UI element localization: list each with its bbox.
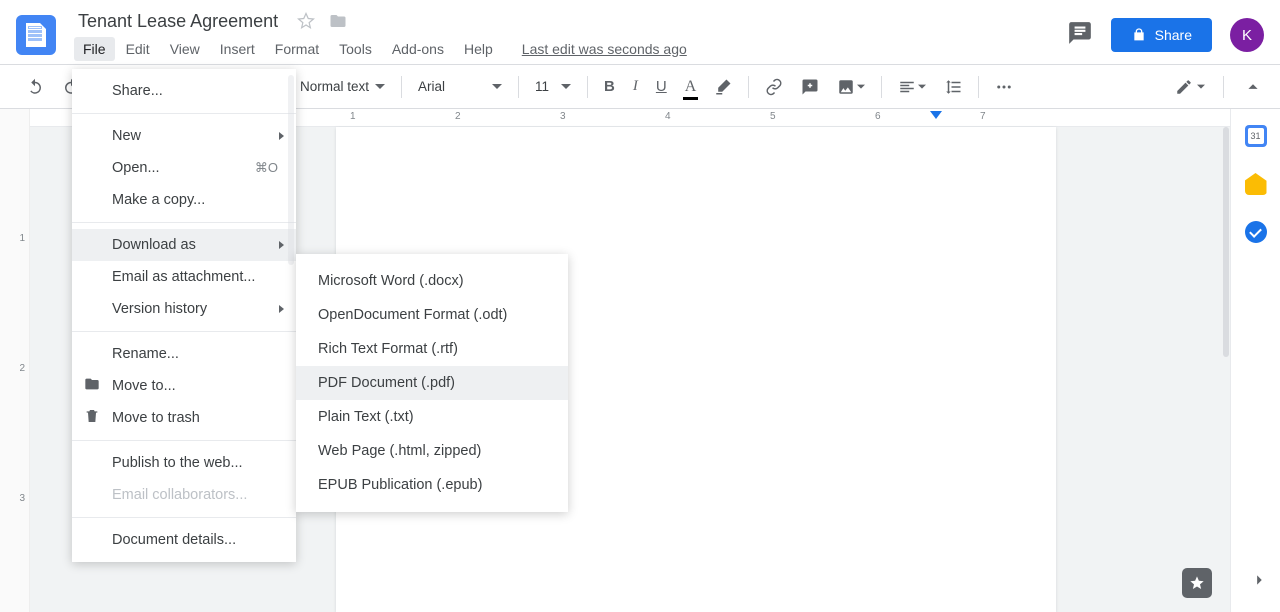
file-new[interactable]: New [72, 120, 296, 152]
menu-insert[interactable]: Insert [211, 37, 264, 61]
lock-icon [1131, 27, 1147, 43]
file-version-history[interactable]: Version history [72, 293, 296, 325]
chevron-down-icon [918, 83, 926, 91]
comments-icon[interactable] [1067, 20, 1093, 51]
font-label: Arial [418, 79, 445, 94]
collapse-toolbar-button[interactable] [1234, 70, 1272, 104]
file-document-details[interactable]: Document details... [72, 524, 296, 556]
font-size-label: 11 [535, 79, 549, 94]
file-publish-web[interactable]: Publish to the web... [72, 447, 296, 479]
share-button[interactable]: Share [1111, 18, 1212, 52]
document-title[interactable]: Tenant Lease Agreement [74, 9, 282, 34]
chevron-down-icon [561, 82, 571, 92]
align-button[interactable] [890, 72, 934, 102]
undo-button[interactable] [18, 72, 52, 102]
download-odt[interactable]: OpenDocument Format (.odt) [296, 298, 568, 332]
menu-edit[interactable]: Edit [117, 37, 159, 61]
file-move-to[interactable]: Move to... [72, 370, 296, 402]
paragraph-style-select[interactable]: Normal text [292, 75, 393, 98]
paragraph-style-label: Normal text [300, 79, 369, 94]
chevron-down-icon [375, 82, 385, 92]
file-move-to-trash[interactable]: Move to trash [72, 402, 296, 434]
vertical-scrollbar[interactable] [1222, 127, 1230, 612]
download-epub[interactable]: EPUB Publication (.epub) [296, 468, 568, 502]
show-side-panel-button[interactable] [1248, 569, 1270, 596]
menu-help[interactable]: Help [455, 37, 502, 61]
file-download-as[interactable]: Download as [72, 229, 296, 261]
download-as-submenu: Microsoft Word (.docx) OpenDocument Form… [296, 254, 568, 512]
underline-button[interactable]: U [648, 72, 675, 101]
move-folder-icon[interactable] [329, 12, 347, 35]
side-panel [1230, 109, 1280, 612]
explore-button[interactable] [1182, 568, 1212, 598]
more-toolbar-button[interactable] [987, 72, 1021, 102]
italic-button[interactable]: I [625, 72, 646, 101]
bold-button[interactable]: B [596, 72, 623, 101]
add-comment-button[interactable] [793, 72, 827, 102]
menu-view[interactable]: View [161, 37, 209, 61]
tasks-app-icon[interactable] [1245, 221, 1267, 243]
file-make-copy[interactable]: Make a copy... [72, 184, 296, 216]
font-select[interactable]: Arial [410, 75, 510, 98]
download-pdf[interactable]: PDF Document (.pdf) [296, 366, 568, 400]
menu-format[interactable]: Format [266, 37, 328, 61]
text-color-button[interactable]: A [677, 72, 705, 102]
star-icon[interactable] [297, 12, 315, 35]
download-txt[interactable]: Plain Text (.txt) [296, 400, 568, 434]
chevron-down-icon [1197, 83, 1205, 91]
menu-addons[interactable]: Add-ons [383, 37, 453, 61]
calendar-app-icon[interactable] [1245, 125, 1267, 147]
trash-icon [84, 408, 100, 428]
file-share[interactable]: Share... [72, 75, 296, 107]
insert-link-button[interactable] [757, 72, 791, 102]
file-rename[interactable]: Rename... [72, 338, 296, 370]
menu-tools[interactable]: Tools [330, 37, 381, 61]
file-menu: Share... New Open...⌘O Make a copy... Do… [72, 69, 296, 562]
download-rtf[interactable]: Rich Text Format (.rtf) [296, 332, 568, 366]
indent-marker-icon[interactable] [930, 111, 942, 126]
highlight-button[interactable] [706, 72, 740, 102]
last-edit-link[interactable]: Last edit was seconds ago [522, 37, 687, 61]
line-spacing-button[interactable] [936, 72, 970, 102]
download-docx[interactable]: Microsoft Word (.docx) [296, 264, 568, 298]
menu-file[interactable]: File [74, 37, 115, 61]
file-open[interactable]: Open...⌘O [72, 152, 296, 184]
file-email-attachment[interactable]: Email as attachment... [72, 261, 296, 293]
keep-app-icon[interactable] [1245, 173, 1267, 195]
file-email-collaborators: Email collaborators... [72, 479, 296, 511]
share-button-label: Share [1155, 27, 1192, 43]
ruler-vertical: 1 2 3 [0, 109, 30, 612]
editing-mode-button[interactable] [1167, 72, 1213, 102]
folder-icon [84, 376, 100, 396]
menu-bar: File Edit View Insert Format Tools Add-o… [74, 37, 687, 61]
docs-logo[interactable] [16, 15, 56, 55]
chevron-down-icon [492, 82, 502, 92]
insert-image-button[interactable] [829, 72, 873, 102]
download-html[interactable]: Web Page (.html, zipped) [296, 434, 568, 468]
chevron-down-icon [857, 83, 865, 91]
account-avatar[interactable]: K [1230, 18, 1264, 52]
font-size-select[interactable]: 11 [527, 75, 579, 98]
